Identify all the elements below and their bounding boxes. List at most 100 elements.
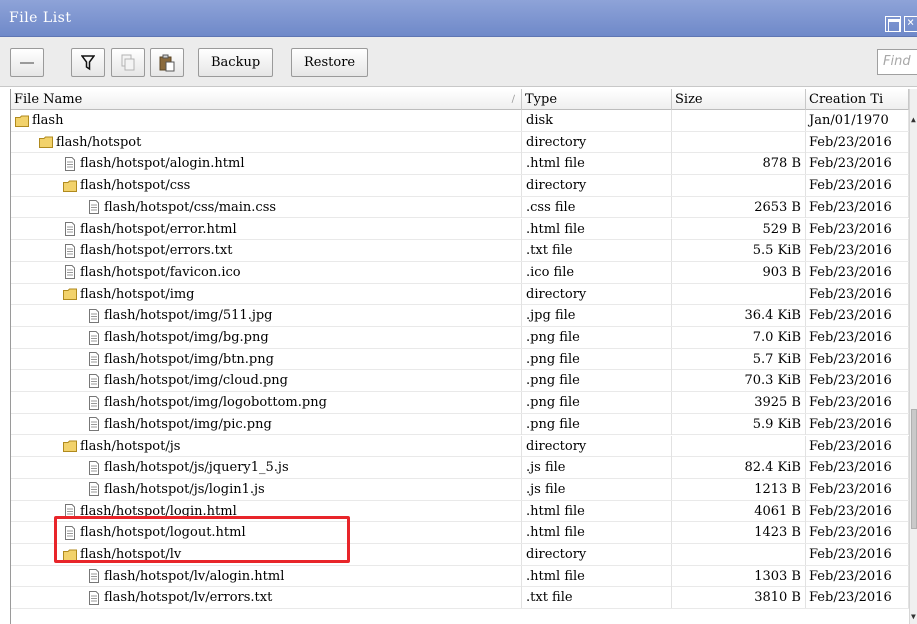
cell-type: .html file [522,565,672,587]
column-header-creation-time[interactable]: Creation Ti [806,89,909,110]
backup-button[interactable]: Backup [198,48,274,77]
paste-button[interactable] [150,48,184,77]
file-name-text: flash/hotspot/img/logobottom.png [104,395,327,411]
cell-type: .jpg file [522,305,672,327]
cell-type: .png file [522,413,672,435]
file-icon [89,590,99,605]
cell-creation-time: Feb/23/2016 [806,196,909,218]
file-name-text: flash/hotspot/js/login1.js [104,481,265,497]
cell-creation-time: Feb/23/2016 [806,261,909,283]
cell-size [672,131,806,153]
cell-size: 1213 B [672,478,806,500]
table-row[interactable]: flash/hotspot/img/logobottom.png .png fil… [11,392,917,414]
table-row[interactable]: flash/hotspot/img/511.jpg .jpg file 36.4 K… [11,305,917,327]
cell-size [672,435,806,457]
cell-file-name: flash/hotspot/alogin.html [11,153,522,175]
cell-type: directory [522,544,672,565]
cell-creation-time: Feb/23/2016 [806,544,909,565]
table-row[interactable]: flash/hotspot/js/login1.js .js file 1213 B… [11,478,917,501]
file-name-text: flash/hotspot/lv [80,547,182,562]
column-header-type[interactable]: Type [522,89,672,110]
cell-size: 70.3 KiB [672,370,806,392]
cell-creation-time: Feb/23/2016 [806,435,909,457]
table-row[interactable]: flash/hotspot/js directory Feb/23/2016 [11,435,917,458]
cell-creation-time: Feb/23/2016 [806,565,909,587]
cell-file-name: flash/hotspot/js [11,435,522,457]
cell-type: .html file [522,522,672,544]
cell-creation-time: Jan/01/1970 [806,110,909,131]
cell-creation-time: Feb/23/2016 [806,392,909,414]
table-row[interactable]: flash/hotspot directory Feb/23/2016 [11,131,917,154]
table-row[interactable]: flash/hotspot/img/pic.png .png file 5.9 Ki… [11,413,917,436]
cell-creation-time: Feb/23/2016 [806,522,909,544]
cell-file-name: flash/hotspot/js/jquery1_5.js [11,457,522,479]
file-table: File Name ∕ Type Size Creation Ti flash d… [10,89,917,624]
table-row[interactable]: flash/hotspot/lv/errors.txt .txt file 3810… [11,587,917,610]
cell-type: .css file [522,196,672,218]
file-icon [89,460,99,475]
column-header-size[interactable]: Size [672,89,806,110]
cell-file-name: flash/hotspot/img/cloud.png [11,370,522,392]
maximize-icon[interactable] [885,16,901,32]
filter-button[interactable] [71,48,105,77]
scrollbar-thumb[interactable] [911,409,917,529]
table-row[interactable]: flash/hotspot/css directory Feb/23/2016 [11,175,917,197]
file-icon [65,222,75,236]
cell-file-name: flash [11,110,522,131]
cell-size [672,175,806,197]
folder-icon [63,549,77,561]
cell-type: .png file [522,327,672,348]
table-row[interactable]: flash/hotspot/lv directory Feb/23/2016 [11,544,917,566]
table-row[interactable]: flash/hotspot/login.html .html file 4061 B… [11,500,917,523]
cell-size: 3925 B [672,392,806,414]
cell-file-name: flash/hotspot/logout.html [11,522,522,544]
cell-size [672,110,806,131]
cell-file-name: flash/hotspot/css [11,175,522,197]
cell-size: 36.4 KiB [672,305,806,327]
table-row[interactable]: flash/hotspot/favicon.ico .ico file 903 BF… [11,261,917,284]
vertical-scrollbar[interactable]: ▲ ▼ [909,89,917,624]
scroll-up-icon[interactable]: ▲ [911,115,916,124]
file-icon [65,265,75,280]
copy-button[interactable] [111,48,145,77]
table-row[interactable]: flash/hotspot/errors.txt .txt file 5.5 KiB… [11,240,917,262]
file-name-text: flash/hotspot/lv/alogin.html [104,568,285,584]
file-name-text: flash/hotspot/css [80,178,191,194]
cell-creation-time: Feb/23/2016 [806,218,909,240]
cell-type: directory [522,283,672,305]
file-name-text: flash/hotspot/alogin.html [80,156,245,172]
cell-file-name: flash/hotspot/favicon.ico [11,261,522,283]
cell-type: .png file [522,348,672,370]
cell-size: 82.4 KiB [672,457,806,479]
cell-type: directory [522,175,672,197]
cell-file-name: flash/hotspot/lv/errors.txt [11,587,522,609]
scroll-down-icon[interactable]: ▼ [911,612,916,621]
title-bar[interactable]: File List × [0,0,917,37]
filter-icon [81,54,95,70]
paste-icon [159,54,175,71]
table-row[interactable]: flash/hotspot/img directory Feb/23/2016 [11,283,917,306]
column-header-file-name[interactable]: File Name ∕ [11,89,522,110]
remove-button[interactable] [10,48,44,77]
close-icon[interactable]: × [904,15,917,32]
restore-button[interactable]: Restore [291,48,369,77]
cell-file-name: flash/hotspot/lv [11,544,522,565]
table-row[interactable]: flash/hotspot/logout.html .html file 1423 … [11,522,917,544]
cell-creation-time: Feb/23/2016 [806,131,909,153]
table-row[interactable]: flash/hotspot/img/bg.png .png file 7.0 KiB… [11,327,917,349]
find-input[interactable]: Find [877,49,917,75]
table-row[interactable]: flash/hotspot/js/jquery1_5.js .js file 82.… [11,457,917,479]
table-row[interactable]: flash/hotspot/img/btn.png .png file 5.7 Ki… [11,348,917,371]
table-row[interactable]: flash/hotspot/img/cloud.png .png file 70.3… [11,370,917,393]
table-row[interactable]: flash/hotspot/alogin.html .html file 878 B… [11,153,917,176]
file-icon [89,569,99,584]
file-name-text: flash/hotspot/lv/errors.txt [104,590,273,606]
cell-file-name: flash/hotspot/img/logobottom.png [11,392,522,414]
table-row[interactable]: flash/hotspot/css/main.css .css file 2653 … [11,196,917,219]
table-row[interactable]: flash/hotspot/lv/alogin.html .html file 13… [11,565,917,588]
cell-type: .ico file [522,261,672,283]
table-row[interactable]: flash/hotspot/error.html .html file 529 BF… [11,218,917,241]
cell-size: 1303 B [672,565,806,587]
table-row[interactable]: flash disk Jan/01/1970 [11,110,917,132]
file-list-window: File List × Backup Restore Find File Nam… [0,0,917,624]
